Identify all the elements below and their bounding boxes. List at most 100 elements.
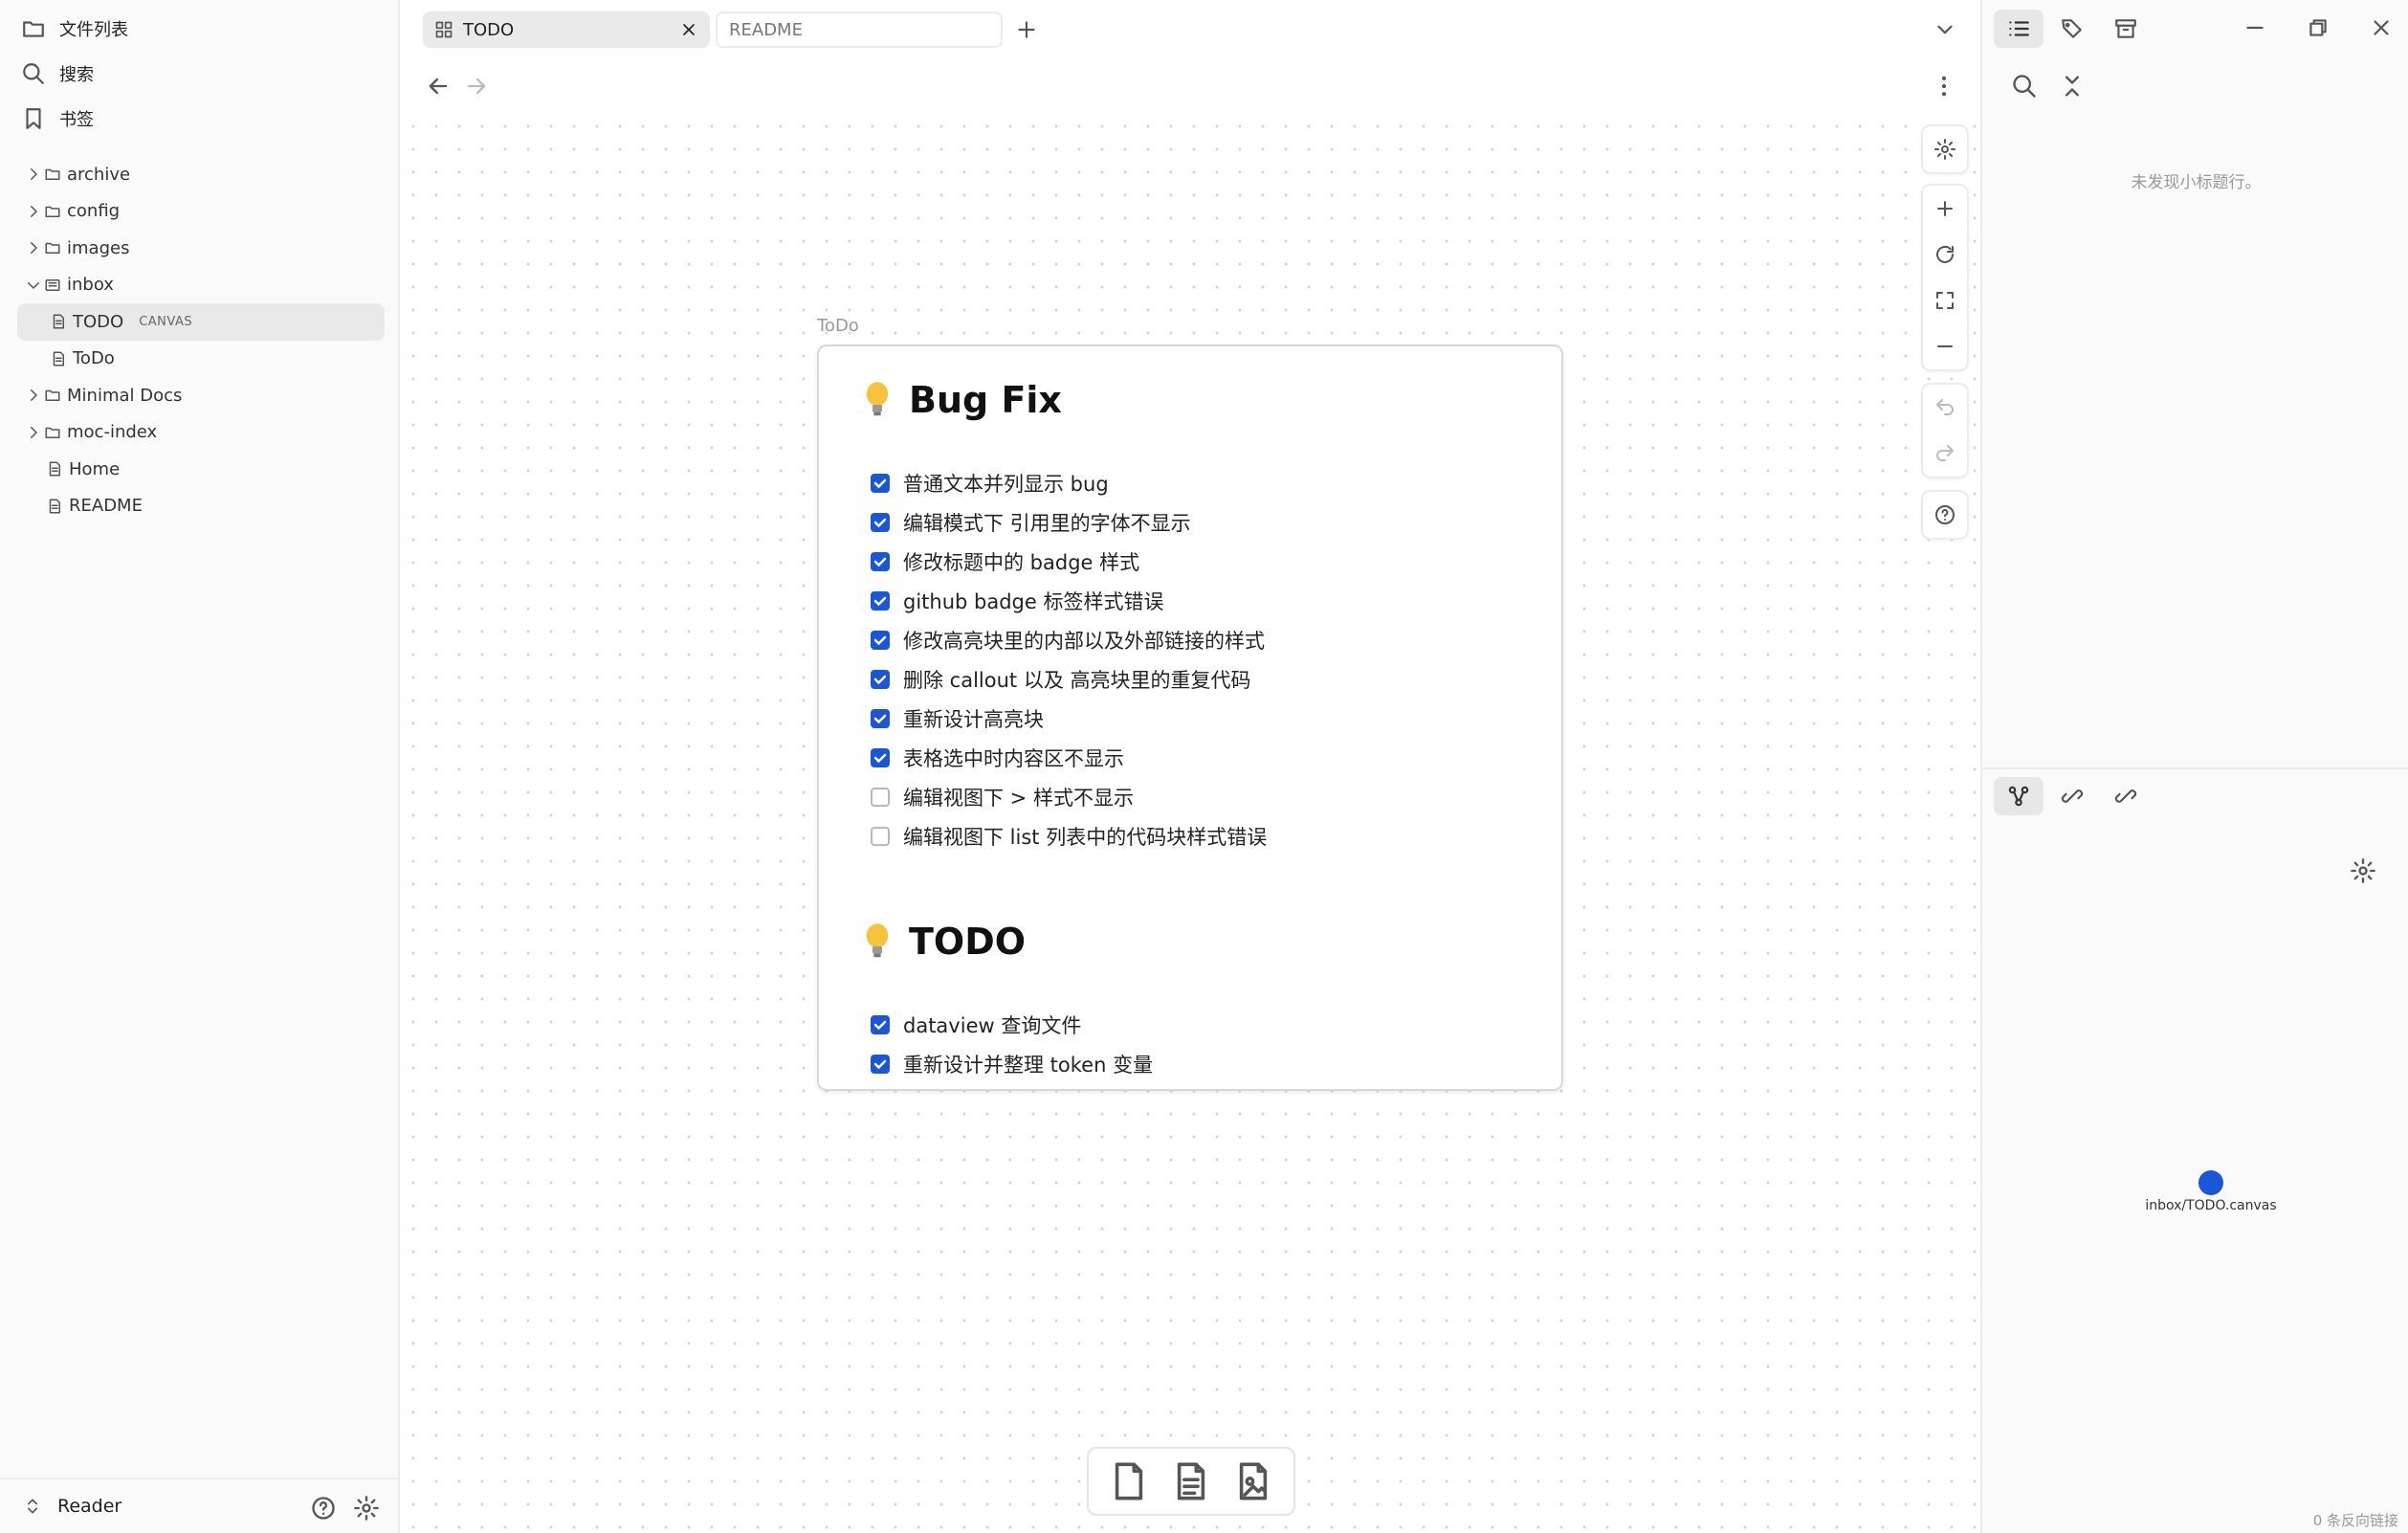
task-item[interactable]: 编辑模式下 引用里的字体不显示 [871,508,1191,537]
tree-folder-archive[interactable]: archive [17,156,385,193]
card-title[interactable]: ToDo [817,316,859,336]
close-window-icon[interactable] [2369,15,2394,40]
folder-icon [45,206,60,217]
vault-switcher[interactable]: Reader [23,1496,122,1517]
zoom-to-fit-button[interactable] [1923,278,1967,323]
checkbox-checked[interactable] [871,1055,890,1074]
task-item[interactable]: 修改高亮块里的内部以及外部链接的样式 [871,626,1265,655]
graph-node-label: inbox/TODO.canvas [2145,1198,2277,1213]
tab-tags[interactable] [2047,10,2097,48]
checkbox-checked[interactable] [871,591,890,611]
task-text: 删除 callout 以及 高亮块里的重复代码 [903,669,1251,692]
tab-backlinks[interactable] [2047,777,2097,815]
redo-button[interactable] [1923,431,1967,477]
task-item[interactable]: 重新设计高亮块 [871,704,1044,733]
graph-settings-icon[interactable] [2350,857,2376,884]
zoom-out-button[interactable] [1923,323,1967,369]
tree-file-todo-canvas[interactable]: TODO CANVAS [17,303,385,341]
chevron-down-icon[interactable] [1933,17,1957,42]
chevron-updown-icon [28,1499,38,1514]
canvas-card[interactable]: Bug Fix 普通文本并列显示 bug 编辑模式下 引用里的字体不显示 修改标… [817,344,1563,1091]
tree-folder-images[interactable]: images [17,230,385,267]
tree-item-label: TODO [73,311,124,332]
checkbox-checked[interactable] [871,748,890,767]
checkbox-checked[interactable] [871,709,890,728]
tab-archive[interactable] [2101,10,2151,48]
canvas-settings-group [1921,124,1969,174]
checkbox-checked[interactable] [871,474,890,493]
task-item[interactable]: 编辑视图下 list 列表中的代码块样式错误 [871,822,1267,851]
file-icon [53,351,64,367]
bookmarks-button[interactable]: 书签 [21,101,94,136]
task-item[interactable]: 编辑视图下 > 样式不显示 [871,783,1134,811]
tree-item-label: config [67,201,121,222]
search-button[interactable]: 搜索 [21,56,94,91]
zoom-in-button[interactable] [1923,186,1967,232]
task-item[interactable]: 普通文本并列显示 bug [871,469,1109,498]
backlinks-count: 0 条反向链接 [2312,1512,2398,1529]
checkbox-checked[interactable] [871,513,890,532]
tree-folder-inbox[interactable]: inbox [17,267,385,304]
arrow-left-icon[interactable] [425,73,452,100]
tags-icon [2062,19,2082,38]
checkbox-checked[interactable] [871,631,890,650]
task-item[interactable]: 删除 callout 以及 高亮块里的重复代码 [871,665,1251,694]
add-media-icon[interactable] [1232,1459,1274,1503]
canvas-help-button[interactable] [1923,492,1967,538]
tree-file-readme[interactable]: README [17,488,385,525]
checkbox-checked[interactable] [871,1015,890,1034]
task-text: 修改高亮块里的内部以及外部链接的样式 [903,630,1265,653]
close-icon[interactable] [679,20,698,39]
lightbulb-icon [866,382,889,416]
tree-item-label: moc-index [67,422,158,443]
tree-item-label: Minimal Docs [67,385,183,406]
task-text: 普通文本并列显示 bug [903,473,1109,496]
tab-todo[interactable]: TODO [423,11,710,48]
task-item[interactable]: 重新设计并整理 token 变量 [871,1050,1153,1078]
undo-icon [1936,399,1954,415]
canvas-settings-button[interactable] [1923,126,1967,172]
reset-zoom-button[interactable] [1923,232,1967,278]
tab-local-graph[interactable] [1994,777,2043,815]
zoom-controls [1921,184,1969,371]
chevron-right-icon [31,205,37,217]
tree-folder-config[interactable]: config [17,193,385,231]
chevron-right-icon [31,426,37,438]
graph-node[interactable] [2198,1170,2223,1195]
checkbox-checked[interactable] [871,670,890,689]
checkbox-unchecked[interactable] [871,788,890,807]
task-item[interactable]: 表格选中时内容区不显示 [871,744,1124,772]
search-icon[interactable] [2011,73,2038,100]
plus-icon[interactable] [1014,17,1039,42]
task-text: 编辑模式下 引用里的字体不显示 [903,512,1191,535]
undo-button[interactable] [1923,385,1967,431]
arrow-right-icon[interactable] [463,73,490,100]
minimize-icon[interactable] [2242,15,2267,40]
settings-gear-icon[interactable] [353,1495,380,1522]
gear-icon [1934,139,1955,160]
help-icon[interactable] [310,1495,337,1522]
tab-outline[interactable] [1994,10,2043,48]
tree-folder-minimal-docs[interactable]: Minimal Docs [17,377,385,414]
canvas-view[interactable]: TODO README ToDo Bug Fix 普通文本并列显示 bug 编辑… [402,0,1980,1533]
bookmarks-label: 书签 [59,110,94,130]
add-note-from-vault-icon[interactable] [1170,1459,1212,1503]
checkbox-checked[interactable] [871,552,890,571]
collapse-all-icon[interactable] [2059,73,2086,100]
restore-window-icon[interactable] [2306,15,2331,40]
tree-folder-moc-index[interactable]: moc-index [17,414,385,452]
checkbox-unchecked[interactable] [871,827,890,846]
tab-readme[interactable]: README [716,11,1003,48]
task-item[interactable]: 修改标题中的 badge 样式 [871,547,1139,576]
add-card-icon[interactable] [1108,1459,1150,1503]
task-item[interactable]: dataview 查询文件 [871,1011,1081,1039]
tree-file-home[interactable]: Home [17,451,385,488]
task-item[interactable]: github badge 标签样式错误 [871,587,1163,615]
lightbulb-icon [866,923,889,958]
tree-file-todo[interactable]: ToDo [17,341,385,378]
tab-outgoing-links[interactable] [2101,777,2151,815]
file-explorer-button[interactable]: 文件列表 [21,11,128,46]
folder-icon [45,169,60,181]
more-vertical-icon[interactable] [1931,73,1957,100]
task-text: 编辑视图下 list 列表中的代码块样式错误 [903,826,1268,849]
